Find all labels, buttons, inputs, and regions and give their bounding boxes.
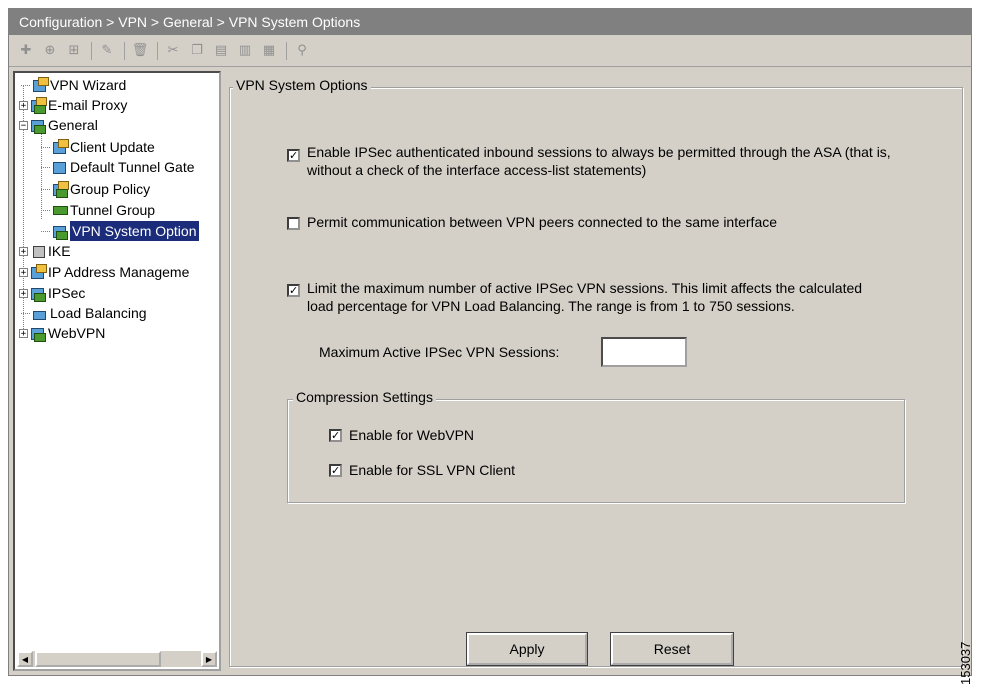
main-panel: VPN System Options ✓ Enable IPSec authen… bbox=[227, 71, 967, 671]
tree-connector bbox=[21, 312, 30, 314]
tree-connector bbox=[41, 188, 50, 190]
add-icon[interactable]: ✚ bbox=[15, 40, 37, 62]
horizontal-scrollbar[interactable]: ◀ ▶ bbox=[17, 650, 217, 667]
expand-icon[interactable]: + bbox=[19, 100, 28, 110]
compression-ssl-client-checkbox[interactable]: ✓ bbox=[329, 464, 342, 477]
edit-icon[interactable]: ✎ bbox=[96, 40, 118, 62]
figure-code: 153037 bbox=[958, 641, 973, 685]
tree-item-ip-address-management[interactable]: + IP Address Manageme bbox=[19, 262, 189, 282]
toolbar-divider bbox=[286, 41, 287, 60]
tree-connector bbox=[41, 166, 50, 168]
paste-icon[interactable]: ▤ bbox=[210, 40, 232, 62]
tree-item-label: IPSec bbox=[48, 285, 86, 301]
expand-icon[interactable]: + bbox=[19, 267, 28, 277]
compression-ssl-client-label: Enable for SSL VPN Client bbox=[349, 462, 516, 478]
tree-item-label: Client Update bbox=[70, 139, 155, 155]
cut-icon[interactable]: ✂ bbox=[162, 40, 184, 62]
tree-connector bbox=[21, 84, 30, 86]
tree-item-vpn-wizard[interactable]: VPN Wizard bbox=[21, 75, 126, 95]
always-permit-ipsec-label: Enable IPSec authenticated inbound sessi… bbox=[307, 144, 891, 160]
vpn-wizard-icon bbox=[32, 77, 49, 93]
paste-before-icon[interactable]: ▦ bbox=[258, 40, 280, 62]
tree-item-label: IP Address Manageme bbox=[48, 264, 190, 280]
email-proxy-icon bbox=[30, 97, 47, 114]
copy-icon[interactable]: ❐ bbox=[186, 40, 208, 62]
asdm-window: Configuration > VPN > General > VPN Syst… bbox=[8, 8, 972, 676]
tree-item-webvpn[interactable]: + WebVPN bbox=[19, 323, 105, 343]
limit-sessions-label: Limit the maximum number of active IPSec… bbox=[307, 280, 863, 296]
tree-item-client-update[interactable]: Client Update bbox=[41, 137, 155, 157]
toolbar-divider bbox=[91, 41, 92, 60]
breadcrumb: Configuration > VPN > General > VPN Syst… bbox=[9, 9, 971, 35]
compression-settings-group bbox=[287, 399, 905, 503]
tree-item-label: IKE bbox=[48, 243, 71, 259]
webvpn-icon bbox=[30, 325, 46, 342]
tree-item-label: Load Balancing bbox=[50, 305, 147, 321]
expand-icon[interactable]: + bbox=[19, 288, 28, 298]
tree-item-label: Default Tunnel Gate bbox=[70, 159, 195, 175]
toolbar-divider bbox=[124, 41, 125, 60]
limit-sessions-checkbox[interactable]: ✓ bbox=[287, 284, 300, 297]
group-policy-icon bbox=[52, 181, 69, 198]
tree-connector bbox=[41, 146, 50, 148]
find-icon[interactable]: ⚲ bbox=[291, 40, 313, 62]
group-title: VPN System Options bbox=[233, 77, 371, 93]
tunnel-gateway-icon bbox=[52, 159, 68, 175]
tunnel-group-icon bbox=[52, 202, 68, 218]
tree-item-label: VPN Wizard bbox=[50, 77, 127, 93]
tree-item-general[interactable]: − General bbox=[19, 115, 98, 135]
tree-connector bbox=[41, 209, 50, 211]
paste-after-icon[interactable]: ▥ bbox=[234, 40, 256, 62]
tree-connector bbox=[41, 230, 50, 232]
tree-item-ipsec[interactable]: + IPSec bbox=[19, 283, 85, 303]
tree-item-ike[interactable]: + IKE bbox=[19, 241, 71, 261]
tree-item-label: E-mail Proxy bbox=[48, 97, 128, 113]
tree-item-label: General bbox=[48, 117, 98, 133]
tree-item-label: Group Policy bbox=[70, 181, 151, 197]
max-sessions-input[interactable] bbox=[601, 337, 687, 367]
compression-webvpn-label: Enable for WebVPN bbox=[349, 427, 475, 443]
compression-webvpn-checkbox[interactable]: ✓ bbox=[329, 429, 342, 442]
apply-button[interactable]: Apply bbox=[466, 632, 588, 666]
tree-item-label: VPN System Option bbox=[70, 221, 199, 241]
always-permit-ipsec-checkbox[interactable]: ✓ bbox=[287, 149, 300, 162]
general-icon bbox=[30, 117, 46, 134]
tree-item-label: Tunnel Group bbox=[70, 202, 156, 218]
tree-item-default-tunnel-gateway[interactable]: Default Tunnel Gate bbox=[41, 157, 195, 177]
tree-item-load-balancing[interactable]: Load Balancing bbox=[21, 303, 147, 323]
reset-button[interactable]: Reset bbox=[610, 632, 734, 666]
ipsec-icon bbox=[30, 285, 46, 302]
add-child-icon[interactable]: ⊕ bbox=[39, 40, 61, 62]
ip-address-management-icon bbox=[30, 264, 47, 280]
client-update-icon bbox=[52, 139, 69, 155]
permit-same-interface-checkbox[interactable] bbox=[287, 217, 300, 230]
scroll-left-icon[interactable]: ◀ bbox=[17, 651, 33, 667]
navigation-tree: VPN Wizard + E-mail Proxy − General Clie… bbox=[13, 71, 221, 671]
compression-group-title: Compression Settings bbox=[293, 389, 436, 405]
permit-same-interface-label: Permit communication between VPN peers c… bbox=[307, 214, 778, 230]
limit-sessions-label-cont: load percentage for VPN Load Balancing. … bbox=[307, 298, 795, 314]
always-permit-ipsec-label-cont: without a check of the interface access-… bbox=[307, 162, 647, 178]
vpn-system-options-icon bbox=[52, 223, 68, 240]
load-balancing-icon bbox=[32, 305, 48, 321]
tree-item-vpn-system-options[interactable]: VPN System Option bbox=[41, 221, 199, 241]
expand-icon[interactable]: + bbox=[19, 328, 28, 338]
scrollbar-thumb[interactable] bbox=[35, 651, 161, 667]
scroll-right-icon[interactable]: ▶ bbox=[201, 651, 217, 667]
tree-item-group-policy[interactable]: Group Policy bbox=[41, 179, 150, 199]
tree-item-email-proxy[interactable]: + E-mail Proxy bbox=[19, 95, 127, 115]
delete-icon[interactable]: 🗑 bbox=[129, 40, 151, 62]
max-sessions-label: Maximum Active IPSec VPN Sessions: bbox=[319, 344, 560, 360]
collapse-icon[interactable]: − bbox=[19, 120, 28, 130]
ike-key-icon bbox=[30, 243, 46, 259]
expand-icon[interactable]: + bbox=[19, 246, 28, 256]
toolbar: ✚ ⊕ ⊞ ✎ 🗑 ✂ ❐ ▤ ▥ ▦ ⚲ bbox=[9, 35, 971, 67]
toolbar-divider bbox=[157, 41, 158, 60]
tree-item-tunnel-group[interactable]: Tunnel Group bbox=[41, 200, 155, 220]
tree-item-label: WebVPN bbox=[48, 325, 106, 341]
add-sibling-icon[interactable]: ⊞ bbox=[63, 40, 85, 62]
